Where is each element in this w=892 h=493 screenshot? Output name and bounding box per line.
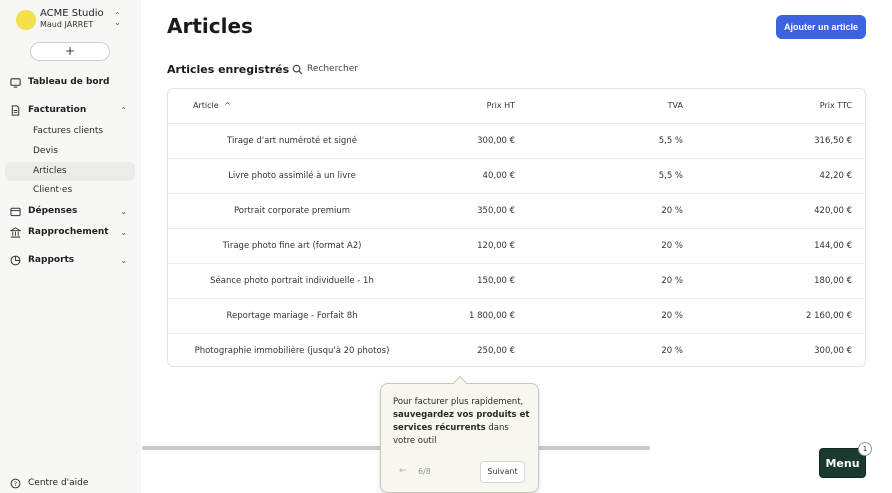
chevron-down-icon: ⌄ [120, 207, 127, 216]
chevron-up-down-icon: ⌃ ⌄ [114, 11, 121, 27]
price-ttc-cell: 420,00 € [814, 206, 852, 216]
section-title: Articles enregistrés [167, 63, 290, 76]
sidebar-item-label: Tableau de bord [28, 77, 110, 87]
price-ht-cell: 120,00 € [477, 241, 515, 251]
column-label: Article [193, 101, 219, 110]
sidebar-item-label: Client·es [33, 185, 73, 195]
bank-icon [10, 227, 21, 238]
articles-table: Article ^ Prix HT TVA Prix TTC Tirage d'… [167, 88, 866, 367]
article-name-cell: Livre photo assimilé à un livre [228, 171, 356, 181]
org-switcher[interactable]: ACME Studio Maud JARRET ⌃ ⌄ [14, 8, 132, 32]
sidebar-item-label: Centre d'aide [28, 478, 89, 488]
tva-cell: 20 % [661, 206, 683, 216]
chevron-down-icon: ⌄ [120, 256, 127, 265]
tva-cell: 20 % [661, 346, 683, 356]
article-name-cell: Portrait corporate premium [233, 206, 351, 216]
price-ht-cell: 1 800,00 € [469, 311, 515, 321]
price-ttc-cell: 300,00 € [814, 346, 852, 356]
sidebar-item-label: Rapprochement [28, 227, 109, 237]
tooltip-text-start: Pour facturer plus rapidement, [393, 397, 524, 407]
next-button[interactable]: Suivant [480, 461, 525, 483]
sidebar-item-dashboard[interactable]: Tableau de bord [5, 73, 135, 92]
tooltip-step-counter: 6/8 [418, 467, 431, 476]
sidebar-item-billing[interactable]: Facturation ⌃ [5, 101, 135, 120]
column-header-prix-ttc[interactable]: Prix TTC [820, 101, 852, 110]
sidebar-item-quotes[interactable]: Devis [5, 142, 135, 161]
price-ht-cell: 250,00 € [477, 346, 515, 356]
document-icon [11, 105, 20, 116]
tooltip-arrow [452, 375, 468, 391]
monitor-icon [10, 78, 21, 88]
sidebar-item-articles[interactable]: Articles [5, 162, 135, 181]
price-ht-cell: 40,00 € [482, 171, 515, 181]
price-ttc-cell: 42,20 € [819, 171, 852, 181]
tva-cell: 5,5 % [658, 136, 683, 146]
column-header-tva[interactable]: TVA [668, 101, 683, 110]
chevron-down-icon: ⌄ [120, 228, 127, 237]
sidebar-item-label: Devis [33, 146, 58, 156]
article-name-cell: Tirage d'art numéroté et signé [227, 136, 357, 146]
sidebar-item-expenses[interactable]: Dépenses ⌄ [5, 202, 135, 221]
sidebar: ACME Studio Maud JARRET ⌃ ⌄ + Tableau de … [0, 0, 141, 493]
tooltip-text: Pour facturer plus rapidement, sauvegard… [393, 396, 533, 448]
article-name-cell: Séance photo portrait individuelle - 1h [210, 276, 374, 286]
org-name: ACME Studio [40, 8, 104, 19]
onboarding-tooltip: Pour facturer plus rapidement, sauvegard… [380, 375, 539, 493]
column-header-article[interactable]: Article ^ [193, 101, 231, 110]
user-name: Maud JARRET [40, 20, 94, 29]
tva-cell: 20 % [661, 311, 683, 321]
column-header-prix-ht[interactable]: Prix HT [487, 101, 515, 110]
sidebar-item-label: Dépenses [28, 206, 78, 216]
help-icon: ? [10, 478, 21, 489]
page-title: Articles [167, 14, 253, 38]
sidebar-item-label: Facturation [28, 105, 87, 115]
previous-arrow-icon[interactable]: ← [399, 466, 407, 476]
table-row[interactable]: Tirage d'art numéroté et signé 300,00 € 5,… [168, 124, 865, 159]
svg-text:?: ? [14, 480, 17, 488]
table-row[interactable]: Reportage mariage - Forfait 8h 1 800,00 €… [168, 299, 865, 334]
chevron-up-icon: ⌃ [120, 106, 127, 115]
tva-cell: 20 % [661, 276, 683, 286]
new-button[interactable]: + [30, 42, 110, 61]
table-row[interactable]: Portrait corporate premium 350,00 € 20 % 42… [168, 194, 865, 229]
sidebar-item-label: Rapports [28, 255, 75, 265]
tva-cell: 20 % [661, 241, 683, 251]
add-article-button[interactable]: Ajouter un article [776, 15, 866, 39]
table-row[interactable]: Livre photo assimilé à un livre 40,00 € 5,… [168, 159, 865, 194]
pie-chart-icon [10, 255, 21, 266]
price-ttc-cell: 180,00 € [814, 276, 852, 286]
sidebar-item-reconciliation[interactable]: Rapprochement ⌄ [5, 223, 135, 242]
org-logo [16, 10, 36, 30]
table-row[interactable]: Photographie immobilière (jusqu'à 20 pho… [168, 334, 865, 369]
sidebar-item-label: Articles [33, 166, 67, 176]
price-ttc-cell: 316,50 € [814, 136, 852, 146]
tva-cell: 5,5 % [658, 171, 683, 181]
table-row[interactable]: Séance photo portrait individuelle - 1h 1… [168, 264, 865, 299]
sidebar-item-clients[interactable]: Client·es [5, 181, 135, 200]
sidebar-item-reports[interactable]: Rapports ⌄ [5, 251, 135, 270]
search-label: Rechercher [307, 64, 358, 74]
sidebar-item-help[interactable]: ? Centre d'aide [5, 474, 135, 493]
price-ttc-cell: 2 160,00 € [806, 311, 852, 321]
sidebar-item-invoices[interactable]: Factures clients [5, 122, 135, 141]
price-ht-cell: 150,00 € [477, 276, 515, 286]
search-icon [292, 64, 303, 75]
price-ht-cell: 350,00 € [477, 206, 515, 216]
article-name-cell: Tirage photo fine art (format A2) [222, 241, 362, 251]
price-ht-cell: 300,00 € [477, 136, 515, 146]
article-name-cell: Photographie immobilière (jusqu'à 20 pho… [194, 346, 390, 356]
article-name-cell: Reportage mariage - Forfait 8h [226, 311, 358, 321]
wallet-icon [10, 207, 21, 217]
price-ttc-cell: 144,00 € [814, 241, 852, 251]
sort-ascending-icon: ^ [224, 101, 231, 110]
sidebar-item-label: Factures clients [33, 126, 104, 136]
notification-badge: 1 [858, 442, 872, 456]
table-row[interactable]: Tirage photo fine art (format A2) 120,00 … [168, 229, 865, 264]
